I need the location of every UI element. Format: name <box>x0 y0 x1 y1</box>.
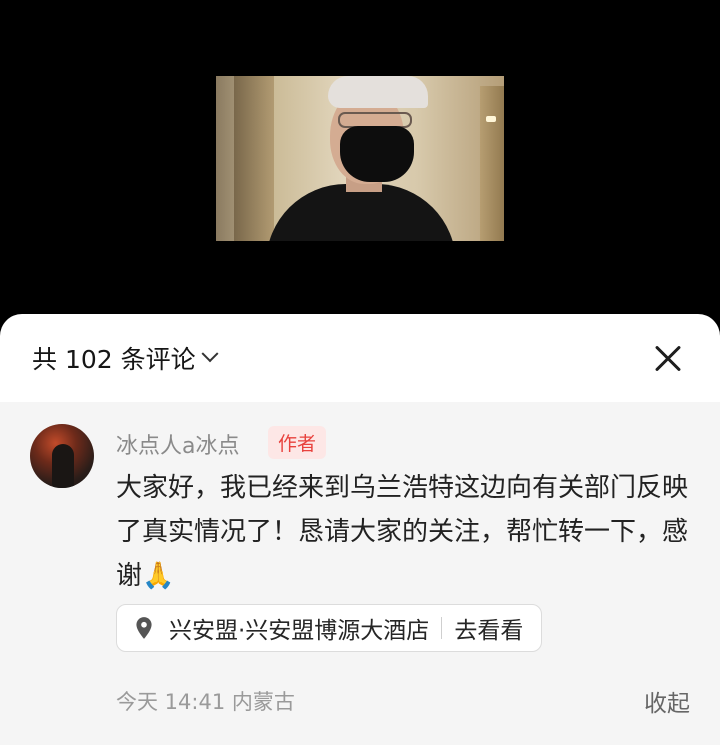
comment-sheet: 共 102 条评论 冰点人a冰点 作者 大家好，我已经来到乌兰浩特这边向有关部门… <box>0 314 720 745</box>
location-chip[interactable]: 兴安盟·兴安盟博源大酒店 去看看 <box>116 604 543 652</box>
close-icon[interactable] <box>650 340 686 376</box>
video-player[interactable] <box>0 0 720 330</box>
video-frame[interactable] <box>216 76 504 241</box>
person-cap <box>328 76 428 108</box>
location-pin-icon <box>136 617 152 639</box>
location-view-button[interactable]: 去看看 <box>454 611 523 645</box>
avatar-figure <box>52 444 74 488</box>
person-body <box>266 184 456 241</box>
comment-region: 内蒙古 <box>231 690 295 714</box>
person-mask <box>340 126 414 182</box>
comment-meta: 今天 14:41 内蒙古 <box>116 686 295 716</box>
comment-time: 今天 14:41 <box>116 690 226 714</box>
collapse-button[interactable]: 收起 <box>644 684 690 718</box>
comment-count-toggle[interactable]: 共 102 条评论 <box>32 340 219 376</box>
location-divider <box>441 617 443 639</box>
avatar[interactable] <box>30 424 94 488</box>
comment-count-label: 共 102 条评论 <box>32 345 196 374</box>
comment-text: 大家好，我已经来到乌兰浩特这边向有关部门反映了真实情况了！恳请大家的关注，帮忙转… <box>116 473 689 591</box>
author-badge: 作者 <box>268 426 327 459</box>
author-name[interactable]: 冰点人a冰点 <box>116 428 239 460</box>
comment-item: 冰点人a冰点 作者 大家好，我已经来到乌兰浩特这边向有关部门反映了真实情况了！恳… <box>0 402 720 745</box>
video-door-right <box>480 86 504 241</box>
location-name: 兴安盟·兴安盟博源大酒店 <box>169 618 430 644</box>
chevron-down-icon <box>201 345 219 363</box>
comment-sheet-header: 共 102 条评论 <box>0 314 720 402</box>
video-door-left <box>234 76 274 241</box>
video-light <box>486 116 496 122</box>
